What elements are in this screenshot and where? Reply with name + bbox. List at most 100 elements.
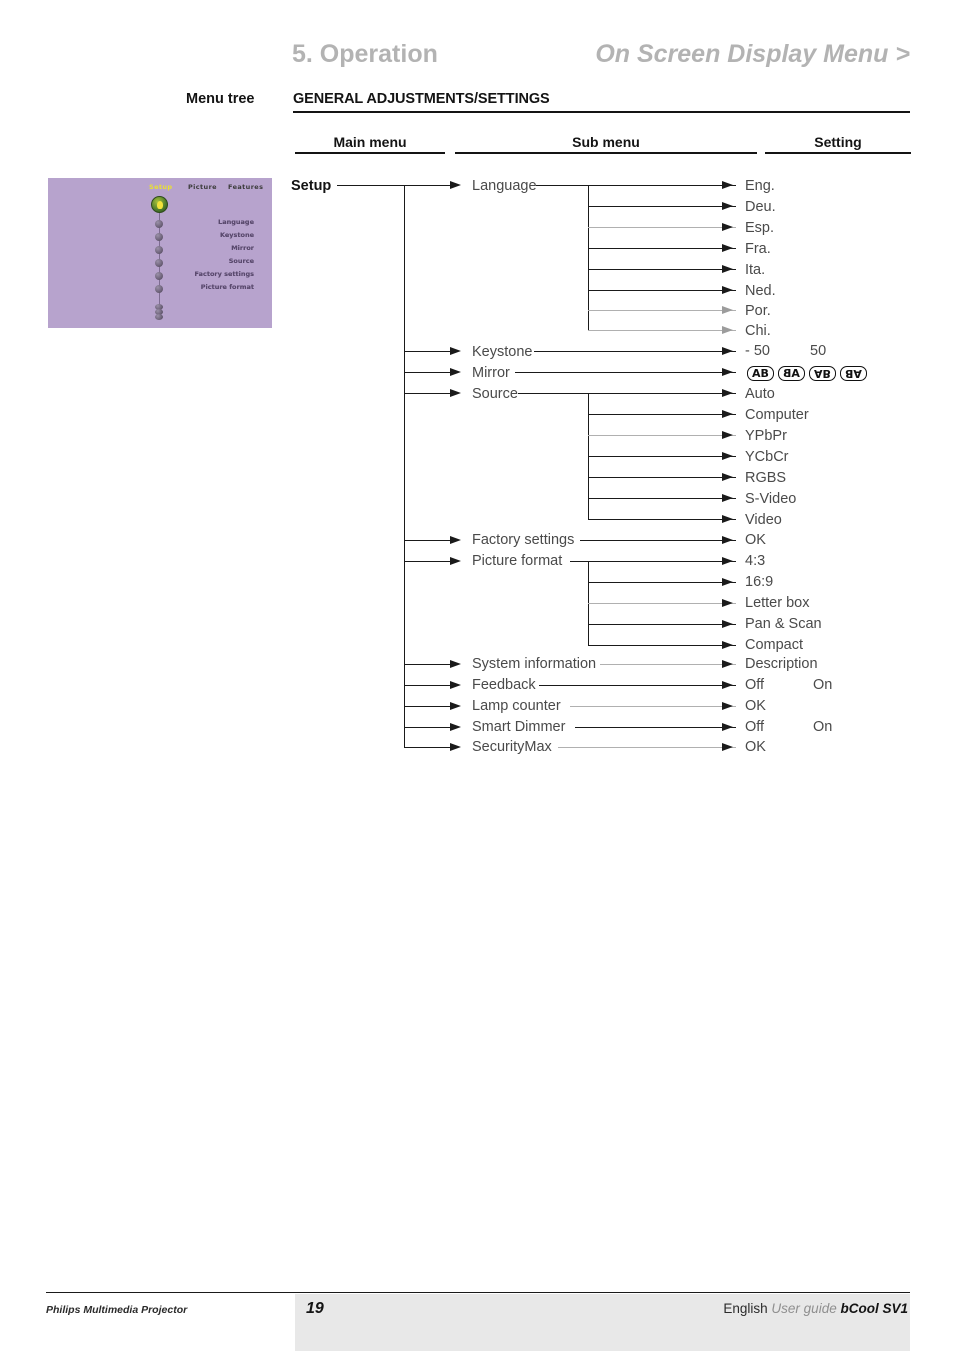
tree-node-factory-settings: Factory settings [472, 532, 575, 548]
setting-line-smart-dimmer [575, 727, 736, 729]
setting-arrow-16-9 [722, 578, 733, 586]
sub-stem-picture-format [570, 561, 589, 563]
tree-setting-pan-scan: Pan & Scan [745, 616, 822, 632]
setting-arrow-letter-box [722, 599, 733, 607]
branch-line-factory-settings [404, 540, 454, 542]
setting-line-letter-box [588, 603, 736, 605]
mirror-flip-vertical-icon: AB [809, 366, 836, 381]
tree-setting-description: Description [745, 656, 818, 672]
tree-node-language: Language [472, 178, 537, 194]
setting-line-feedback [539, 685, 736, 687]
tree-setting-eng: Eng. [745, 178, 775, 194]
setting-line-ita [588, 269, 736, 271]
sub-stem-language [536, 185, 589, 187]
branch-arrow-factory-settings [450, 536, 461, 544]
setting-arrow-chi [722, 326, 733, 334]
setting-arrow-pan-scan [722, 620, 733, 628]
setting-line-keystone [534, 351, 736, 353]
setting-line-16-9 [588, 582, 736, 584]
setting-line-lamp-counter-ok [570, 706, 736, 708]
setting-arrow-s-video [722, 494, 733, 502]
setting-line-ypbpr [588, 435, 736, 437]
setting-arrow-feedback [722, 681, 733, 689]
setting-arrow-ypbpr [722, 431, 733, 439]
setting-line-deu [588, 206, 736, 208]
setting-arrow-video [722, 515, 733, 523]
tree-node-securitymax: SecurityMax [472, 739, 552, 755]
mirror-normal-icon: AB [747, 366, 774, 381]
setting-line-4-3 [588, 561, 736, 563]
setting-line-compact [588, 645, 736, 647]
setting-arrow-smart-dimmer [722, 723, 733, 731]
tree-node-feedback: Feedback [472, 677, 536, 693]
tree-setting-keystone-min: - 50 [745, 343, 770, 359]
tree-setting-por: Por. [745, 303, 771, 319]
tree-node-smart-dimmer: Smart Dimmer [472, 719, 566, 735]
branch-line-picture-format [404, 561, 454, 563]
setting-line-esp [588, 227, 736, 229]
setting-line-s-video [588, 498, 736, 500]
footer-divider [46, 1292, 910, 1293]
branch-arrow-feedback [450, 681, 461, 689]
setting-arrow-computer [722, 410, 733, 418]
setting-arrow-ycbcr [722, 452, 733, 460]
setting-arrow-ita [722, 265, 733, 273]
tree-setting-16-9: 16:9 [745, 574, 774, 590]
tree-setting-deu: Deu. [745, 199, 776, 215]
setting-line-video [588, 519, 736, 521]
tree-setting-rgbs: RGBS [745, 470, 787, 486]
tree-node-source: Source [472, 386, 518, 402]
setting-line-rgbs [588, 477, 736, 479]
setting-arrow-ned [722, 286, 733, 294]
mirror-orientation-icons: AB AB AB AB [747, 366, 867, 381]
setting-arrow-keystone [722, 347, 733, 355]
setting-line-por [588, 310, 736, 312]
tree-setting-esp: Esp. [745, 220, 775, 236]
branch-line-feedback [404, 685, 454, 687]
tree-node-lamp-counter: Lamp counter [472, 698, 561, 714]
branch-line-mirror [404, 372, 454, 374]
branch-arrow-smart-dimmer [450, 723, 461, 731]
footer-doc-info: English User guide bCool SV1 [723, 1301, 908, 1316]
setting-arrow-esp [722, 223, 733, 231]
tree-setting-auto: Auto [745, 386, 775, 402]
setting-arrow-eng [722, 181, 733, 189]
setting-arrow-securitymax-ok [722, 743, 733, 751]
setting-line-fra [588, 248, 736, 250]
setting-line-pan-scan [588, 624, 736, 626]
setting-line-factory-ok [580, 540, 736, 542]
setting-line-chi [588, 330, 736, 332]
branch-arrow-keystone [450, 347, 461, 355]
tree-setting-video: Video [745, 512, 782, 528]
tree-setting-securitymax-ok: OK [745, 739, 766, 755]
footer-language: English [723, 1301, 768, 1316]
branch-line-lamp-counter [404, 706, 454, 708]
tree-setting-computer: Computer [745, 407, 809, 423]
setting-arrow-lamp-counter-ok [722, 702, 733, 710]
setting-arrow-fra [722, 244, 733, 252]
setting-arrow-por [722, 306, 733, 314]
setting-line-auto [588, 393, 736, 395]
setting-line-ned [588, 290, 736, 292]
branch-arrow-source [450, 389, 461, 397]
setting-line-description [600, 664, 736, 666]
setting-line-computer [588, 414, 736, 416]
menu-tree-diagram: Setup Language Eng. Deu. Esp. Fra. Ita. … [0, 0, 954, 1351]
tree-setting-compact: Compact [745, 637, 804, 653]
setting-arrow-factory-ok [722, 536, 733, 544]
setting-arrow-deu [722, 202, 733, 210]
setting-line-securitymax-ok [558, 747, 736, 749]
setting-line-mirror [515, 372, 736, 374]
tree-setting-letter-box: Letter box [745, 595, 810, 611]
setting-line-ycbcr [588, 456, 736, 458]
tree-node-keystone: Keystone [472, 344, 533, 360]
tree-root-setup: Setup [291, 178, 332, 194]
tree-setting-4-3: 4:3 [745, 553, 766, 569]
setting-arrow-rgbs [722, 473, 733, 481]
main-trunk-line [404, 185, 406, 747]
setting-arrow-compact [722, 641, 733, 649]
branch-arrow-mirror [450, 368, 461, 376]
root-stem-line [337, 185, 405, 187]
tree-setting-fra: Fra. [745, 241, 771, 257]
footer-doc-type: User guide [771, 1301, 837, 1316]
